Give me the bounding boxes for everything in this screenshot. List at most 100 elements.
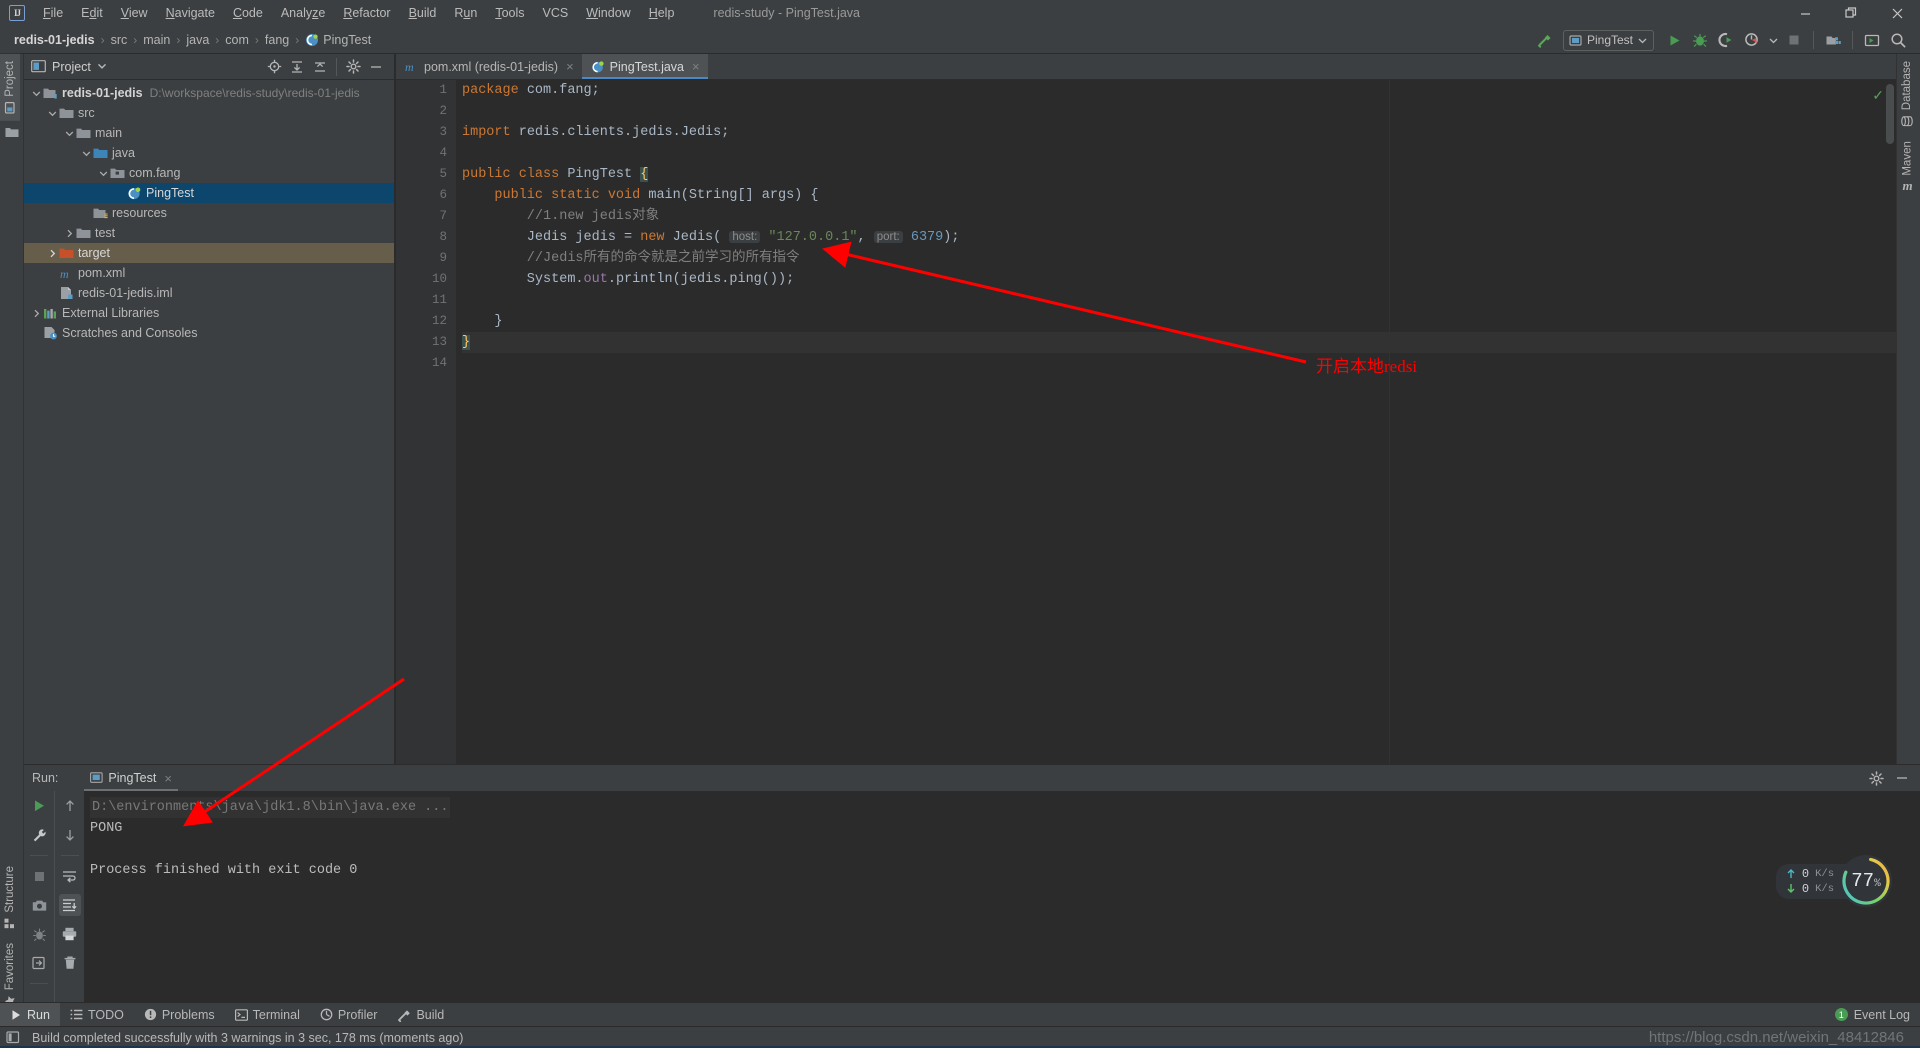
tree-node-resources[interactable]: resources: [24, 203, 394, 223]
tree-node-target[interactable]: target: [24, 243, 394, 263]
screenshot-camera-icon[interactable]: [28, 894, 50, 916]
tool-window-terminal[interactable]: Terminal: [225, 1003, 310, 1027]
hide-icon[interactable]: [1892, 768, 1912, 788]
chevron-down-icon[interactable]: [46, 107, 58, 119]
tool-window-todo[interactable]: TODO: [60, 1003, 134, 1027]
memory-network-monitor[interactable]: 0 K/s 0 K/s 77%: [1775, 855, 1892, 907]
breadcrumb-item-3[interactable]: java: [182, 31, 213, 49]
menu-view[interactable]: View: [112, 3, 157, 23]
sidebar-item-database[interactable]: Database: [1897, 54, 1917, 134]
tab-pom-xml[interactable]: m pom.xml (redis-01-jedis) ×: [396, 54, 582, 79]
menu-run[interactable]: Run: [445, 3, 486, 23]
debug-icon[interactable]: [1688, 28, 1712, 52]
menu-build[interactable]: Build: [400, 3, 446, 23]
chevron-down-icon[interactable]: [97, 167, 109, 179]
maximize-icon[interactable]: [1828, 0, 1874, 26]
sidebar-item-project[interactable]: Project: [0, 54, 20, 121]
down-arrow-icon[interactable]: [59, 824, 81, 846]
run-with-coverage-icon[interactable]: [1714, 28, 1738, 52]
tree-node-com-fang[interactable]: com.fang: [24, 163, 394, 183]
sidebar-item-structure[interactable]: Structure: [0, 859, 20, 936]
run-icon[interactable]: [1662, 28, 1686, 52]
chevron-right-icon[interactable]: [30, 307, 42, 319]
clear-all-trash-icon[interactable]: [59, 952, 81, 974]
tool-window-build[interactable]: Build: [387, 1003, 454, 1027]
tree-node-scratches-and-consoles[interactable]: Scratches and Consoles: [24, 323, 394, 343]
menu-file[interactable]: File: [34, 3, 72, 23]
run-console[interactable]: D:\environments\java\jdk1.8\bin\java.exe…: [84, 677, 1920, 1013]
print-icon[interactable]: [59, 923, 81, 945]
chevron-down-icon[interactable]: [63, 127, 75, 139]
tree-node-main[interactable]: main: [24, 123, 394, 143]
close-icon[interactable]: [1874, 0, 1920, 26]
menu-vcs[interactable]: VCS: [534, 3, 578, 23]
collapse-all-icon[interactable]: [310, 57, 330, 77]
folder-icon[interactable]: [0, 121, 24, 147]
menu-tools[interactable]: Tools: [486, 3, 533, 23]
stop-icon[interactable]: [28, 865, 50, 887]
chevron-down-icon[interactable]: [80, 147, 92, 159]
tree-node-iml-file[interactable]: redis-01-jedis.iml: [24, 283, 394, 303]
breadcrumb-item-1[interactable]: src: [107, 31, 132, 49]
sidebar-item-maven[interactable]: m Maven: [1897, 134, 1918, 198]
rerun-icon[interactable]: [28, 795, 50, 817]
close-icon[interactable]: ×: [164, 772, 172, 785]
settings-gear-icon[interactable]: [1866, 768, 1886, 788]
menu-navigate[interactable]: Navigate: [157, 3, 224, 23]
tree-node-pingtest[interactable]: PingTest: [24, 183, 394, 203]
tree-node-external-libraries[interactable]: External Libraries: [24, 303, 394, 323]
chevron-down-icon[interactable]: [30, 87, 42, 99]
soft-wrap-icon[interactable]: [59, 865, 81, 887]
menu-analyze[interactable]: Analyze: [272, 3, 334, 23]
close-icon[interactable]: ×: [692, 60, 700, 73]
menu-code[interactable]: Code: [224, 3, 272, 23]
run-tab-pingtest[interactable]: PingTest ×: [84, 765, 178, 791]
tree-node-java[interactable]: java: [24, 143, 394, 163]
event-log-label[interactable]: Event Log: [1854, 1008, 1910, 1022]
up-arrow-icon[interactable]: [59, 795, 81, 817]
select-run-target-icon[interactable]: [1860, 28, 1884, 52]
tool-window-run[interactable]: Run: [0, 1002, 60, 1027]
run-configuration-selector[interactable]: PingTest: [1562, 29, 1654, 51]
breadcrumb-item-4[interactable]: com: [221, 31, 253, 49]
edit-configuration-wrench-icon[interactable]: [28, 824, 50, 846]
code-editor[interactable]: 1 2 3 4 5 6 7 8 9 10 11 12 13 14 package…: [396, 80, 1896, 764]
profiler-chevron-down-icon[interactable]: [1766, 28, 1780, 52]
close-icon[interactable]: ×: [566, 60, 574, 73]
export-icon[interactable]: [28, 952, 50, 974]
editor-vertical-scrollbar[interactable]: [1886, 84, 1894, 144]
breadcrumb-item-6[interactable]: PingTest: [301, 31, 375, 49]
project-structure-icon[interactable]: [1821, 28, 1845, 52]
inspection-status-icon[interactable]: ✓: [1872, 88, 1884, 105]
chevron-down-icon[interactable]: [97, 58, 107, 76]
chevron-right-icon[interactable]: [63, 227, 75, 239]
tab-pingtest-java[interactable]: PingTest.java ×: [581, 54, 708, 79]
debug-disabled-icon[interactable]: [28, 923, 50, 945]
locate-icon[interactable]: [264, 57, 284, 77]
tool-window-problems[interactable]: Problems: [134, 1003, 225, 1027]
menu-window[interactable]: Window: [577, 3, 639, 23]
menu-edit[interactable]: Edit: [72, 3, 112, 23]
chevron-right-icon[interactable]: [46, 247, 58, 259]
breadcrumb-item-5[interactable]: fang: [261, 31, 293, 49]
breadcrumb-item-0[interactable]: redis-01-jedis: [10, 31, 99, 49]
hide-icon[interactable]: [366, 57, 386, 77]
scroll-to-end-icon[interactable]: [58, 894, 81, 916]
tree-node-pom-xml[interactable]: m pom.xml: [24, 263, 394, 283]
settings-gear-icon[interactable]: [343, 57, 363, 77]
tree-node-redis-01-jedis[interactable]: redis-01-jedis D:\workspace\redis-study\…: [24, 83, 394, 103]
menu-refactor[interactable]: Refactor: [334, 3, 399, 23]
tree-node-test[interactable]: test: [24, 223, 394, 243]
search-icon[interactable]: [1886, 28, 1910, 52]
code-content[interactable]: package com.fang; import redis.clients.j…: [456, 80, 1896, 764]
stop-icon[interactable]: [1782, 28, 1806, 52]
build-hammer-icon[interactable]: [1533, 28, 1557, 52]
editor-gutter[interactable]: 1 2 3 4 5 6 7 8 9 10 11 12 13 14: [396, 80, 475, 764]
tree-node-src[interactable]: src: [24, 103, 394, 123]
breadcrumb-item-2[interactable]: main: [139, 31, 174, 49]
tool-window-profiler[interactable]: Profiler: [310, 1003, 388, 1027]
profiler-icon[interactable]: [1740, 28, 1764, 52]
minimize-icon[interactable]: [1782, 0, 1828, 26]
menu-help[interactable]: Help: [640, 3, 684, 23]
expand-all-icon[interactable]: [287, 57, 307, 77]
